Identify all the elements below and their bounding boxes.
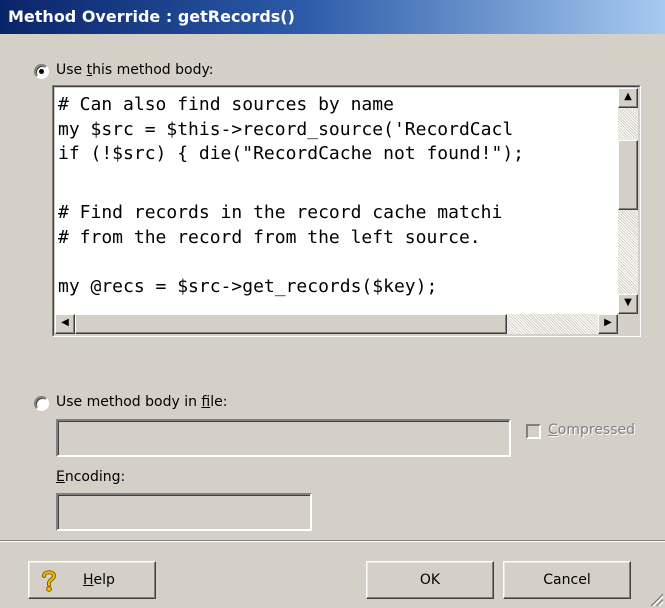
resize-grip[interactable] (647, 590, 663, 606)
dialog-title: Method Override : getRecords() (8, 7, 295, 26)
file-path-input[interactable] (56, 419, 511, 457)
separator (0, 540, 665, 542)
encoding-label: Encoding: (56, 469, 126, 485)
use-method-file-label[interactable]: Use method body in file: (56, 394, 227, 410)
compressed-label[interactable]: Compressed (548, 422, 635, 438)
code-line: if (!$src) { die("RecordCache not found!… (58, 143, 524, 164)
horizontal-scroll-thumb[interactable] (75, 314, 507, 334)
help-button[interactable]: Help (28, 561, 156, 599)
title-bar[interactable]: Method Override : getRecords() (0, 0, 665, 34)
code-text-area[interactable]: # Can also find sources by name my $src … (55, 88, 618, 314)
vertical-scroll-thumb[interactable] (618, 140, 638, 210)
scroll-up-arrow-icon[interactable]: ▲ (618, 88, 638, 108)
scroll-left-arrow-icon[interactable]: ◀ (55, 314, 75, 334)
code-line: # Can also find sources by name (58, 94, 394, 115)
help-button-label: Help (83, 572, 115, 588)
scroll-down-arrow-icon[interactable]: ▼ (618, 294, 638, 314)
vertical-scrollbar[interactable]: ▲ ▼ (618, 88, 638, 314)
scrollbar-corner (618, 314, 638, 334)
radio-selected-dot (39, 69, 44, 74)
code-line: # from the record from the left source. (58, 227, 481, 248)
ok-button[interactable]: OK (366, 561, 494, 599)
scroll-right-arrow-icon[interactable]: ▶ (598, 314, 618, 334)
use-method-file-radio[interactable] (34, 396, 49, 411)
cancel-button[interactable]: Cancel (503, 561, 631, 599)
horizontal-scrollbar[interactable]: ◀ ▶ (55, 314, 618, 334)
code-line: my @recs = $src->get_records($key); (58, 276, 438, 297)
question-mark-icon (42, 570, 57, 592)
encoding-input[interactable] (56, 493, 312, 531)
compressed-checkbox[interactable] (526, 424, 541, 439)
code-line: # Find records in the record cache match… (58, 202, 503, 223)
code-editor[interactable]: # Can also find sources by name my $src … (52, 85, 641, 337)
use-method-body-label[interactable]: Use this method body: (56, 62, 213, 78)
code-line: my $src = $this->record_source('RecordCa… (58, 119, 514, 140)
use-method-body-radio[interactable] (34, 64, 49, 79)
